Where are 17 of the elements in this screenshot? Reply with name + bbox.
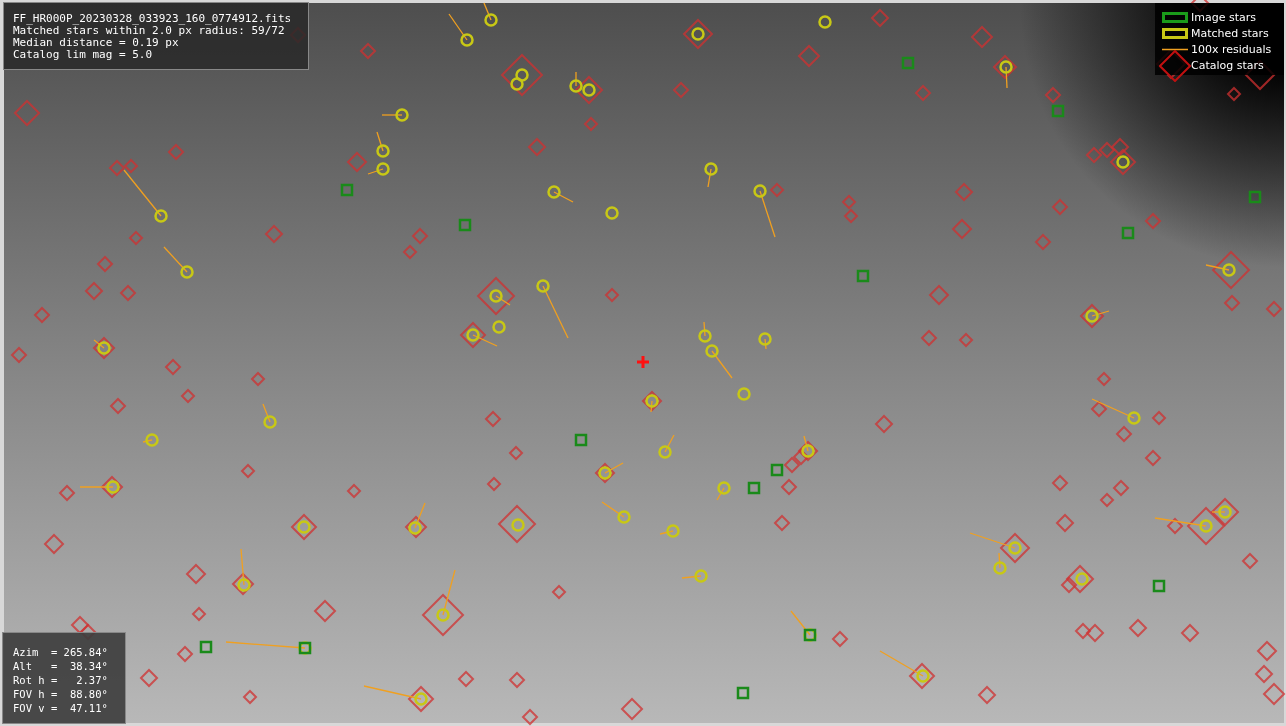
pointing-text: FOV h = 88.80° [13,687,109,701]
line-icon [1162,48,1188,51]
pointing-text: Rot h = 2.37° [13,673,109,687]
info-text: Catalog lim mag = 5.0 [13,49,154,61]
pointing-text: Alt = 38.34° [13,659,109,673]
legend-label: Matched stars [1191,27,1269,40]
rectangle-icon [1162,12,1188,23]
legend-label: Catalog stars [1191,59,1264,72]
legend-label: Image stars [1191,11,1256,24]
pointing-text: FOV v = 47.11° [13,701,109,715]
diamond-icon [1159,49,1191,82]
info-text: FF_HR000P_20230328_033923_160_0774912.fits [13,13,293,25]
info-text: Median distance = 0.19 px [13,37,180,49]
rectangle-icon [1162,28,1188,39]
legend-label: 100x residuals [1191,43,1272,56]
pointing-text: Azim = 265.84° [13,645,109,659]
info-text: Matched stars within 2.0 px radius: 59/72 [13,25,285,37]
